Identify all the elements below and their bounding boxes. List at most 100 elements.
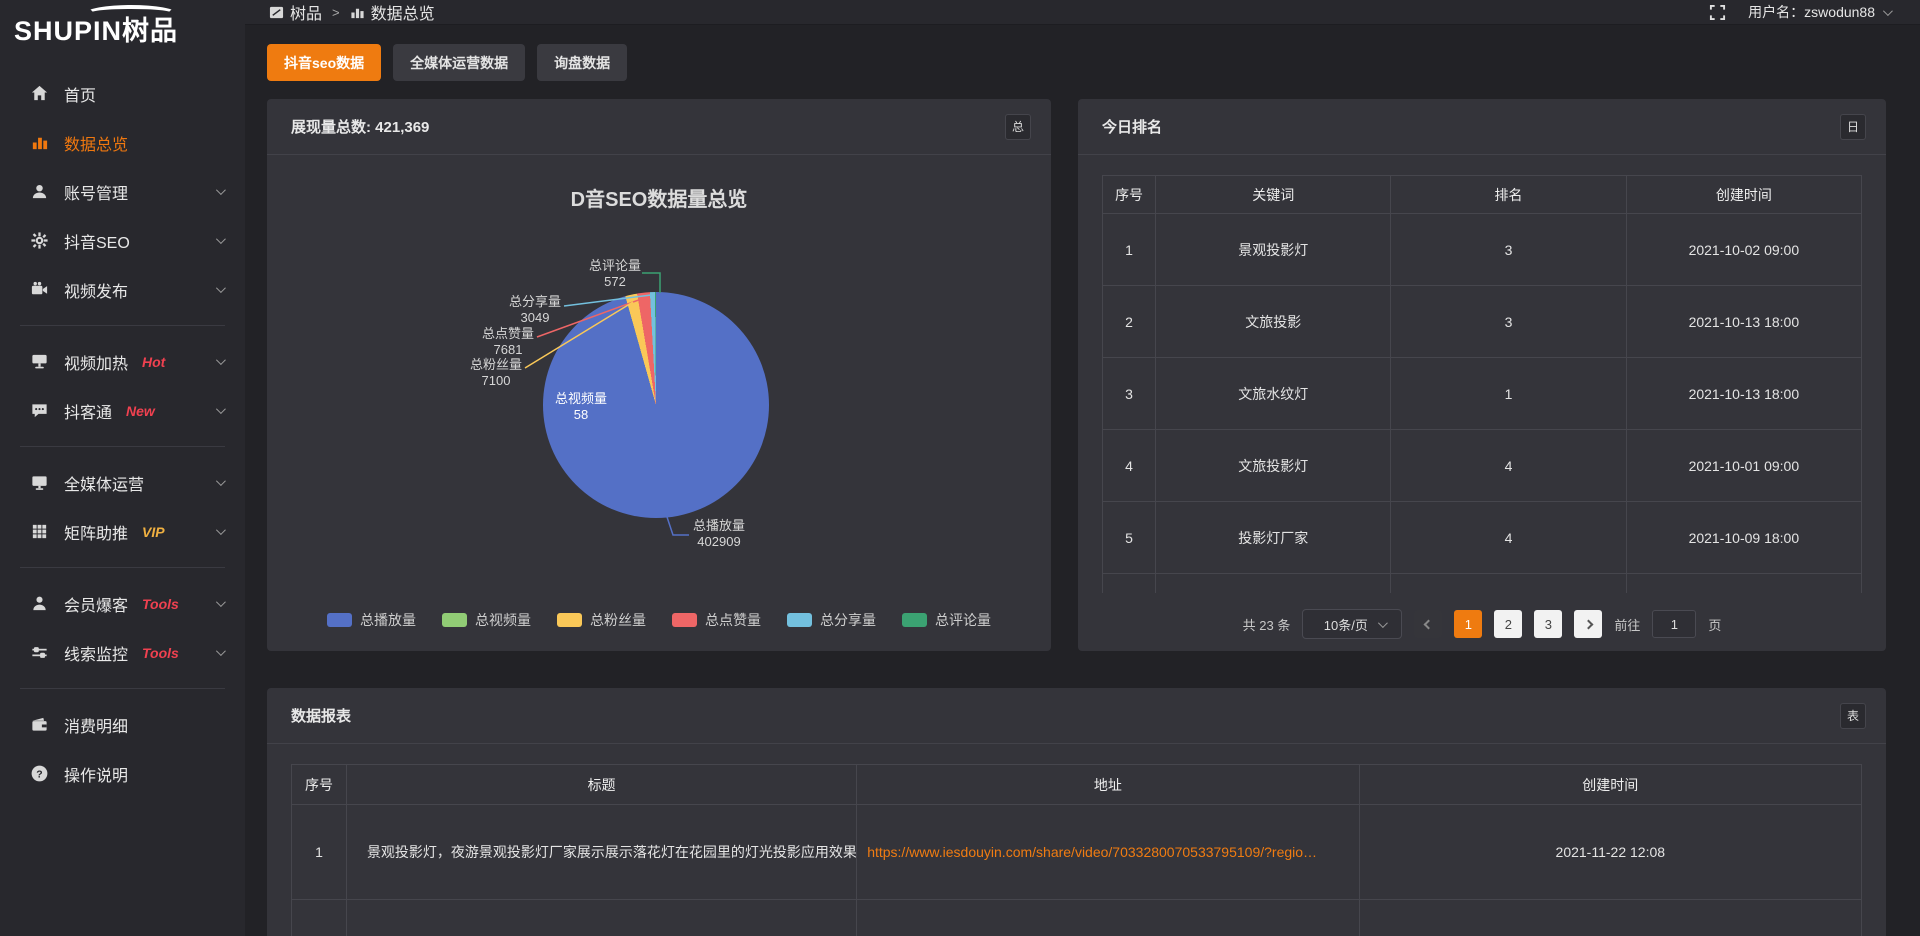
table-row [292, 900, 1862, 936]
logo-arc [86, 5, 176, 21]
page-size-select[interactable]: 10条/页 [1302, 609, 1402, 639]
chevron-down-icon [1883, 6, 1893, 16]
sidebar-item-label: 视频加热 [64, 350, 128, 374]
legend-item-fans[interactable]: 总粉丝量 [557, 610, 646, 630]
table-row: 2文旅投影32021-10-13 18:00 [1103, 286, 1862, 358]
pie-chart: D音SEO数据量总览 总评论量572 [267, 155, 1051, 650]
page-button-2[interactable]: 2 [1494, 610, 1522, 638]
video-link[interactable]: https://www.iesdouyin.com/share/video/70… [867, 844, 1317, 860]
monitor-icon [30, 473, 49, 492]
data-tabs: 抖音seo数据 全媒体运营数据 询盘数据 [267, 44, 1886, 81]
menu-divider [20, 688, 225, 689]
legend-item-plays[interactable]: 总播放量 [327, 610, 416, 630]
legend-item-likes[interactable]: 总点赞量 [672, 610, 761, 630]
chart-legend: 总播放量 总视频量 总粉丝量 总点赞量 总分享量 总评论量 [267, 610, 1051, 630]
app-root: SHUPIN树品 首页 数据总览 账号管理 抖音SEO [0, 0, 1920, 936]
table-row: 1 景观投影灯，夜游景观投影灯厂家展示展示落花灯在花园里的灯光投影应用效果 # … [292, 805, 1862, 900]
sidebar-item-consumption-detail[interactable]: 消费明细 [0, 700, 245, 749]
col-rank: 排名 [1391, 176, 1626, 214]
video-camera-icon [30, 280, 49, 299]
topbar-right: 用户名：zswodun88 [1709, 2, 1890, 22]
table-toggle-button[interactable]: 表 [1840, 703, 1866, 729]
sidebar-item-label: 视频发布 [64, 278, 128, 302]
leader-lines [267, 155, 1051, 650]
chevron-down-icon [216, 646, 226, 656]
rank-table: 序号 关键词 排名 创建时间 1景观投影灯32021-10-02 09:00 [1102, 175, 1862, 593]
legend-swatch [902, 613, 927, 627]
pie-label-likes: 总点赞量7681 [468, 326, 548, 358]
table-row [1103, 574, 1862, 594]
main-area: 树品 > 数据总览 用户名：zswodun88 抖音seo数据 全 [245, 0, 1920, 936]
sidebar-item-label: 线索监控 [64, 641, 128, 665]
rank-panel-header: 今日排名 日 [1078, 99, 1886, 155]
tools-badge: Tools [142, 596, 179, 612]
goto-page-input[interactable] [1652, 610, 1696, 638]
breadcrumb-item-root[interactable]: 树品 [269, 0, 322, 24]
table-row: 4文旅投影灯42021-10-01 09:00 [1103, 430, 1862, 502]
breadcrumb-item-current[interactable]: 数据总览 [350, 0, 435, 24]
legend-swatch [442, 613, 467, 627]
overview-panel-header: 展现量总数: 421,369 总 [267, 99, 1051, 155]
sidebar-item-media-operation[interactable]: 全媒体运营 [0, 458, 245, 507]
table-header-row: 序号 关键词 排名 创建时间 [1103, 176, 1862, 214]
bar-chart-icon [30, 133, 49, 152]
sidebar-item-douyin-seo[interactable]: 抖音SEO [0, 216, 245, 265]
tab-media-operation-data[interactable]: 全媒体运营数据 [393, 44, 525, 81]
col-keyword: 关键词 [1156, 176, 1391, 214]
pie-label-fans: 总粉丝量7100 [456, 357, 536, 389]
tv-heat-icon [30, 352, 49, 371]
chevron-down-icon [216, 597, 226, 607]
rank-table-wrap: 序号 关键词 排名 创建时间 1景观投影灯32021-10-02 09:00 [1102, 175, 1862, 593]
report-panel-title: 数据报表 [291, 705, 351, 726]
sidebar-item-label: 矩阵助推 [64, 520, 128, 544]
sidebar-item-home[interactable]: 首页 [0, 69, 245, 118]
page-button-3[interactable]: 3 [1534, 610, 1562, 638]
pie-label-comments: 总评论量572 [575, 258, 655, 290]
rank-panel-title: 今日排名 [1102, 116, 1162, 137]
menu-divider [20, 567, 225, 568]
day-toggle-button[interactable]: 日 [1840, 114, 1866, 140]
tab-inquiry-data[interactable]: 询盘数据 [537, 44, 627, 81]
sidebar-item-label: 操作说明 [64, 762, 128, 786]
legend-swatch [672, 613, 697, 627]
fullscreen-icon[interactable] [1709, 4, 1726, 21]
data-report-panel: 数据报表 表 序号 标题 地址 创建时间 [267, 688, 1886, 936]
shupin-mini-icon [269, 5, 284, 20]
pagination: 共 23 条 10条/页 1 2 3 前往 页 [1078, 609, 1886, 639]
chevron-down-icon [216, 404, 226, 414]
sidebar-item-account[interactable]: 账号管理 [0, 167, 245, 216]
col-created: 创建时间 [1626, 176, 1861, 214]
legend-item-shares[interactable]: 总分享量 [787, 610, 876, 630]
sidebar-item-video-publish[interactable]: 视频发布 [0, 265, 245, 314]
username-label: 用户名：zswodun88 [1748, 2, 1875, 22]
breadcrumb-label: 树品 [290, 0, 322, 24]
user-icon [30, 182, 49, 201]
table-header-row: 序号 标题 地址 创建时间 [292, 765, 1862, 805]
report-table: 序号 标题 地址 创建时间 1 景观投影灯，夜游景观投影灯厂家展示展示落花灯在花… [291, 764, 1862, 936]
total-toggle-button[interactable]: 总 [1005, 114, 1031, 140]
chevron-down-icon [1378, 618, 1388, 628]
legend-swatch [557, 613, 582, 627]
next-page-button[interactable] [1574, 610, 1602, 638]
prev-page-button[interactable] [1414, 610, 1442, 638]
svg-text:?: ? [36, 769, 42, 780]
sliders-icon [30, 643, 49, 662]
total-count-label: 共 23 条 [1243, 615, 1291, 634]
breadcrumb-label: 数据总览 [371, 0, 435, 24]
legend-item-comments[interactable]: 总评论量 [902, 610, 991, 630]
sidebar-item-video-heat[interactable]: 视频加热 Hot [0, 337, 245, 386]
sidebar-item-lead-monitor[interactable]: 线索监控 Tools [0, 628, 245, 677]
chevron-down-icon [216, 525, 226, 535]
sidebar-item-doketong[interactable]: 抖客通 New [0, 386, 245, 435]
user-menu[interactable]: 用户名：zswodun88 [1748, 2, 1890, 22]
sidebar-item-matrix-boost[interactable]: 矩阵助推 VIP [0, 507, 245, 556]
sidebar-item-data-overview[interactable]: 数据总览 [0, 118, 245, 167]
sidebar-item-member-baoke[interactable]: 会员爆客 Tools [0, 579, 245, 628]
tab-douyin-seo-data[interactable]: 抖音seo数据 [267, 44, 381, 81]
chevron-right-icon [1583, 619, 1593, 629]
legend-item-videos[interactable]: 总视频量 [442, 610, 531, 630]
tools-badge: Tools [142, 645, 179, 661]
page-button-1[interactable]: 1 [1454, 610, 1482, 638]
pie-label-videos: 总视频量58 [541, 391, 621, 423]
sidebar-item-instructions[interactable]: ? 操作说明 [0, 749, 245, 798]
